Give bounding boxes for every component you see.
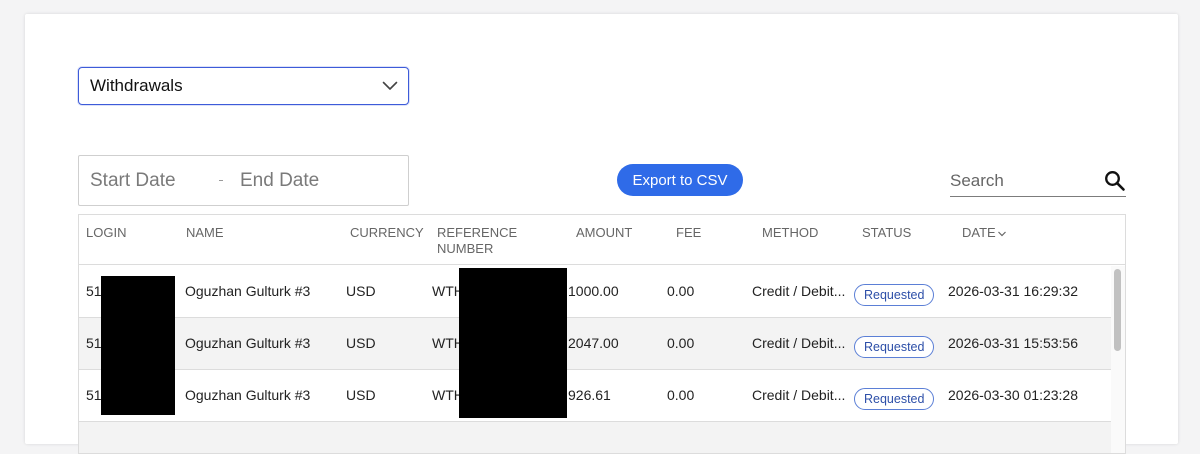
end-date-input[interactable] [229,169,369,192]
cell-name: Oguzhan Gulturk #3 [185,283,311,299]
cell-method: Credit / Debit... [752,283,846,299]
table-header: LOGIN NAME CURRENCY REFERENCE NUMBER AMO… [79,215,1125,265]
start-date-input[interactable] [79,169,219,192]
column-reference-line1: REFERENCE [437,225,518,240]
table-row[interactable] [79,422,1111,453]
cell-fee: 0.00 [667,335,695,351]
cell-date: 2026-03-31 15:53:56 [948,335,1078,351]
table-scrollbar[interactable] [1114,269,1121,351]
column-reference-line2: NUMBER [437,241,494,256]
column-amount: AMOUNT [576,225,633,240]
chevron-down-icon [382,81,398,91]
cell-date: 2026-03-31 16:29:32 [948,283,1078,299]
transaction-type-select[interactable]: Withdrawals [78,67,409,105]
column-currency: CURRENCY [350,225,424,240]
status-badge: Requested [854,284,935,306]
status-badge: Requested [854,336,935,358]
column-status: STATUS [862,225,912,240]
redaction-block-login [101,276,175,415]
transactions-panel: Withdrawals Export to CSV LOGIN NAME CUR… [25,14,1178,454]
cell-date: 2026-03-30 01:23:28 [948,387,1078,403]
column-date-label: DATE [962,225,996,240]
withdrawals-table: LOGIN NAME CURRENCY REFERENCE NUMBER AMO… [78,214,1126,454]
column-login: LOGIN [86,225,127,240]
column-fee: FEE [676,225,702,240]
cell-fee: 0.00 [667,283,695,299]
column-date[interactable]: DATE [962,225,1007,242]
cell-login: 51 [86,283,102,299]
transaction-type-value: Withdrawals [90,76,183,95]
cell-amount: 1000.00 [568,283,619,299]
cell-currency: USD [346,387,376,403]
column-method: METHOD [762,225,819,240]
export-csv-button[interactable]: Export to CSV [617,164,743,196]
date-range-separator [219,180,223,181]
search-box [950,165,1126,197]
cell-amount: 2047.00 [568,335,619,351]
cell-login: 51 [86,335,102,351]
table-row[interactable]: 51 Oguzhan Gulturk #3 USD WTH 1000.00 0.… [79,266,1111,318]
search-input[interactable] [950,170,1096,191]
cell-currency: USD [346,283,376,299]
redaction-block-reference [459,268,567,418]
cell-method: Credit / Debit... [752,335,846,351]
sort-desc-icon [997,226,1007,242]
column-name: NAME [186,225,224,240]
cell-method: Credit / Debit... [752,387,846,403]
cell-name: Oguzhan Gulturk #3 [185,335,311,351]
cell-fee: 0.00 [667,387,695,403]
table-row[interactable]: 51 Oguzhan Gulturk #3 USD WTH 2047.00 0.… [79,318,1111,370]
cell-amount: 926.61 [568,387,611,403]
cell-name: Oguzhan Gulturk #3 [185,387,311,403]
column-reference-number: REFERENCE NUMBER [437,225,517,257]
cell-currency: USD [346,335,376,351]
status-badge: Requested [854,388,935,410]
table-row[interactable]: 51 Oguzhan Gulturk #3 USD WTH 926.61 0.0… [79,370,1111,422]
cell-login: 51 [86,387,102,403]
search-icon[interactable] [1104,170,1126,192]
date-range-picker [78,155,409,206]
